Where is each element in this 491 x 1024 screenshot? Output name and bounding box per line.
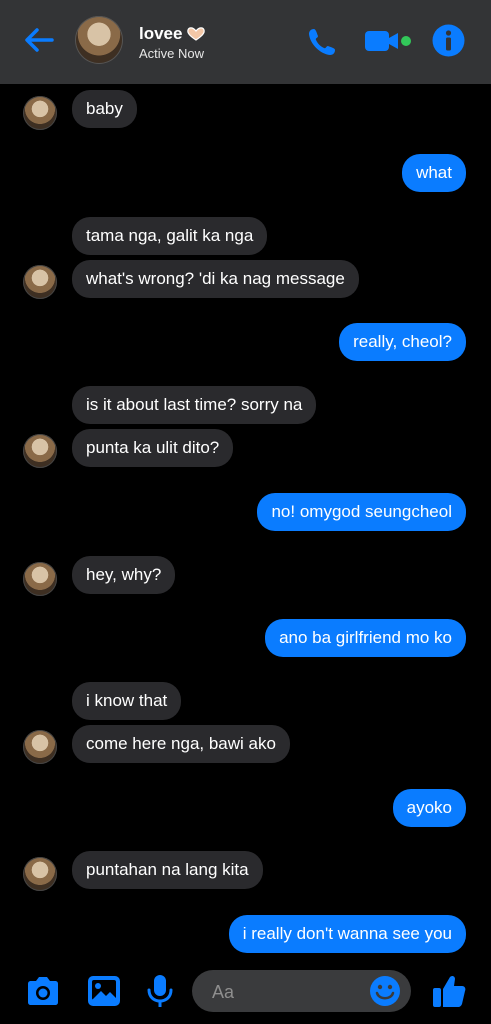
- video-camera-icon[interactable]: [365, 29, 413, 53]
- sender-avatar: [23, 265, 57, 299]
- incoming-message[interactable]: i know that: [72, 682, 182, 720]
- sender-avatar: [23, 434, 57, 468]
- incoming-message[interactable]: punta ka ulit dito?: [72, 429, 234, 467]
- sender-avatar: [23, 730, 57, 764]
- sender-avatar: [23, 96, 57, 130]
- outgoing-message[interactable]: ano ba girlfriend mo ko: [265, 619, 466, 657]
- emoji-icon[interactable]: [369, 975, 401, 1007]
- incoming-message[interactable]: come here nga, bawi ako: [72, 725, 290, 763]
- camera-icon[interactable]: [24, 972, 62, 1010]
- outgoing-message[interactable]: i really don't wanna see you: [228, 915, 466, 953]
- thumbs-up-icon[interactable]: [430, 972, 468, 1010]
- phone-icon[interactable]: [306, 26, 338, 58]
- outgoing-message[interactable]: what: [402, 154, 466, 192]
- active-status: Active Now: [139, 46, 205, 61]
- incoming-message[interactable]: puntahan na lang kita: [72, 851, 263, 889]
- info-icon[interactable]: [432, 24, 465, 57]
- outgoing-message[interactable]: ayoko: [392, 789, 466, 827]
- contact-name[interactable]: lovee: [139, 24, 182, 44]
- incoming-message[interactable]: what's wrong? 'di ka nag message: [72, 260, 359, 298]
- microphone-icon[interactable]: [141, 972, 179, 1010]
- sender-avatar: [23, 857, 57, 891]
- heart-hands-icon: [187, 27, 205, 41]
- incoming-message[interactable]: baby: [72, 90, 137, 128]
- image-icon[interactable]: [85, 972, 123, 1010]
- incoming-message[interactable]: tama nga, galit ka nga: [72, 217, 268, 255]
- chat-header: lovee Active Now: [0, 0, 491, 84]
- sender-avatar: [23, 562, 57, 596]
- outgoing-message[interactable]: no! omygod seungcheol: [257, 493, 466, 531]
- message-list[interactable]: baby what tama nga, galit ka nga what's …: [0, 84, 491, 960]
- incoming-message[interactable]: hey, why?: [72, 556, 176, 594]
- contact-avatar[interactable]: [75, 16, 123, 64]
- message-input[interactable]: [210, 970, 364, 1014]
- outgoing-message[interactable]: really, cheol?: [339, 323, 466, 361]
- incoming-message[interactable]: is it about last time? sorry na: [72, 386, 317, 424]
- message-input-field[interactable]: [192, 970, 411, 1014]
- back-arrow-icon[interactable]: [22, 25, 56, 55]
